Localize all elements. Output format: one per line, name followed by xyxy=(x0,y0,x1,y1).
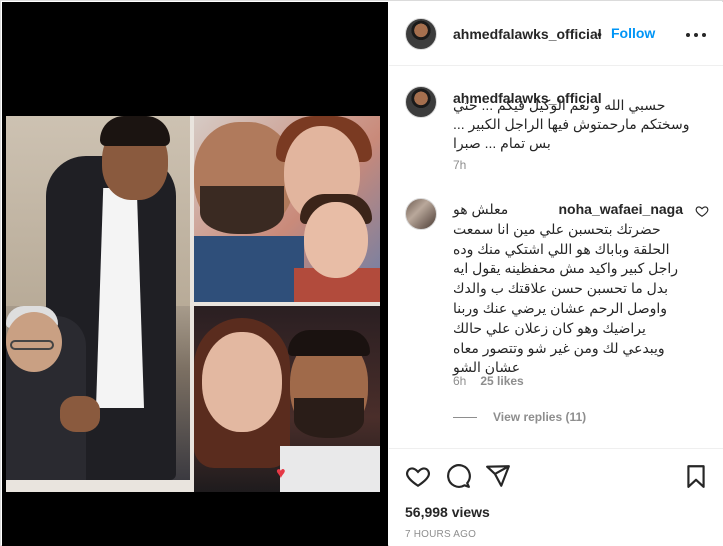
post-dialog: ♥ ahmedfalawks_official • Follow ahmedfa… xyxy=(0,0,723,546)
photo-couple-selfie: ♥ xyxy=(194,306,380,492)
photo-men-portrait xyxy=(6,116,190,480)
separator-dot: • xyxy=(597,26,602,42)
replies-divider xyxy=(453,417,477,419)
caption-timestamp[interactable]: 7h xyxy=(453,158,466,172)
view-count[interactable]: 56,998 views xyxy=(405,504,490,520)
author-avatar[interactable] xyxy=(405,18,437,50)
comment-text: معلش هو حضرتك بتحسبن علي مين انا سمعت ال… xyxy=(453,201,679,376)
post-age[interactable]: 7 HOURS AGO xyxy=(405,529,476,540)
comment-timestamp[interactable]: 6h xyxy=(453,374,466,388)
caption-text: حسبي الله و نعم الوكيل فيكم ... حتي وسخت… xyxy=(453,96,707,153)
share-icon[interactable] xyxy=(485,463,511,489)
view-replies-label: View replies (11) xyxy=(493,410,587,424)
commenter-avatar[interactable] xyxy=(405,198,437,230)
photo-family-selfie xyxy=(194,116,380,302)
comment-icon[interactable] xyxy=(445,463,471,489)
heart-emoji-icon: ♥ xyxy=(276,465,286,482)
photo-collage: ♥ xyxy=(6,116,380,492)
author-username[interactable]: ahmedfalawks_official xyxy=(453,26,602,42)
follow-button[interactable]: Follow xyxy=(611,25,655,41)
action-bar xyxy=(389,448,723,502)
post-media[interactable]: ♥ xyxy=(2,2,388,546)
post-header: ahmedfalawks_official • Follow xyxy=(389,2,723,66)
caption-avatar[interactable] xyxy=(405,86,437,118)
commenter-username[interactable]: noha_wafaei_naga xyxy=(559,200,684,220)
heart-icon[interactable] xyxy=(405,463,431,489)
bookmark-icon[interactable] xyxy=(683,463,709,489)
post-side-panel: ahmedfalawks_official • Follow ahmedfala… xyxy=(389,2,723,546)
more-options-icon[interactable] xyxy=(685,24,707,44)
comment-meta: 6h 25 likes xyxy=(453,374,524,388)
comment-body: noha_wafaei_naga معلش هو حضرتك بتحسبن عل… xyxy=(453,200,683,378)
comment-likes[interactable]: 25 likes xyxy=(480,374,523,388)
view-replies-button[interactable]: View replies (11) xyxy=(453,410,586,424)
caption-body: حسبي الله و نعم الوكيل فيكم ... حتي وسخت… xyxy=(453,97,690,151)
small-heart-icon[interactable] xyxy=(695,204,709,218)
